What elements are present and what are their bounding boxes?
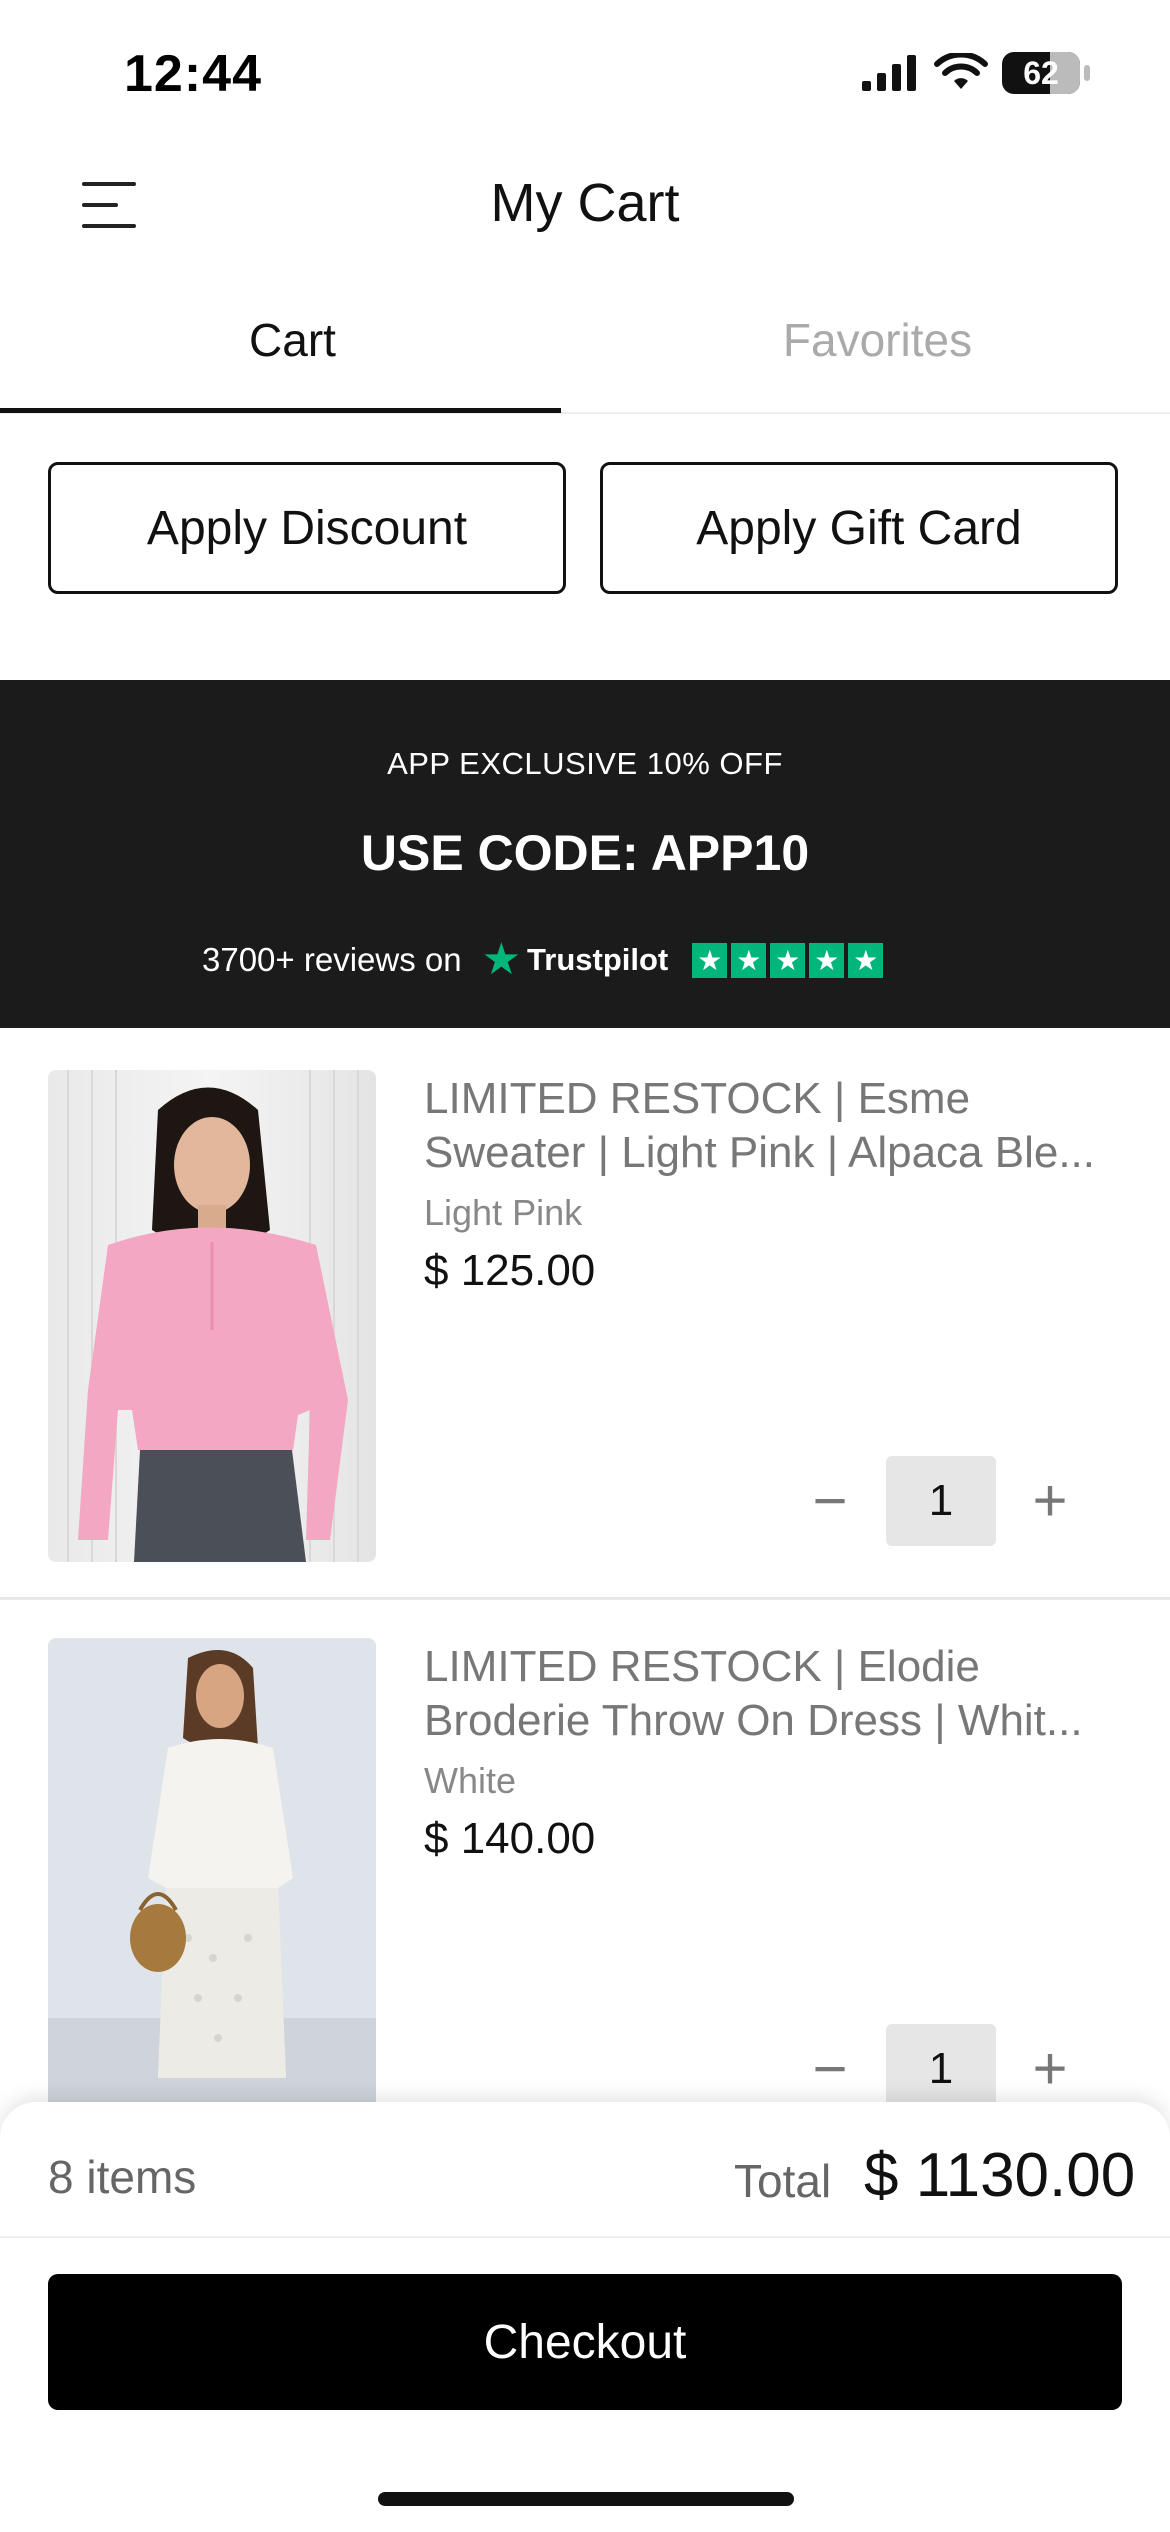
status-icons: 62 <box>860 52 1090 94</box>
product-variant: Light Pink <box>424 1192 583 1233</box>
plus-icon: + <box>1032 2035 1068 2102</box>
increase-quantity-button[interactable]: + <box>1020 2039 1080 2100</box>
product-image[interactable] <box>48 1070 376 1562</box>
star-icon: ★ <box>692 942 728 978</box>
star-icon: ★ <box>770 942 806 978</box>
promo-headline: APP EXCLUSIVE 10% OFF <box>387 746 783 781</box>
promo-code: USE CODE: APP10 <box>360 825 810 881</box>
total-value: $ 1130.00 <box>864 2141 1136 2210</box>
dress-photo <box>48 1638 376 2108</box>
product-image[interactable] <box>48 1638 376 2108</box>
battery-tip <box>1084 65 1090 81</box>
panel-divider <box>0 2236 1170 2238</box>
apply-gift-card-button[interactable]: Apply Gift Card <box>600 462 1118 594</box>
battery-icon: 62 <box>1002 52 1080 94</box>
quantity-value: 1 <box>886 2024 996 2114</box>
reviews-text: 3700+ reviews on <box>202 941 462 978</box>
rating-stars: ★ ★ ★ ★ ★ <box>692 942 884 978</box>
status-time: 12:44 <box>124 45 262 103</box>
checkout-button[interactable]: Checkout <box>48 2274 1122 2410</box>
decrease-quantity-button[interactable]: − <box>800 2039 860 2100</box>
product-title[interactable]: LIMITED RESTOCK | Esme Sweater | Light P… <box>424 1072 1124 1180</box>
star-icon: ★ <box>481 935 522 984</box>
apply-discount-button[interactable]: Apply Discount <box>48 462 566 594</box>
total-label: Total <box>734 2155 832 2207</box>
quantity-value: 1 <box>886 1456 996 1546</box>
tab-favorites[interactable]: Favorites <box>585 300 1170 412</box>
increase-quantity-button[interactable]: + <box>1020 1471 1080 1532</box>
tab-cart[interactable]: Cart <box>0 300 585 412</box>
home-indicator[interactable] <box>378 2492 794 2506</box>
decrease-quantity-button[interactable]: − <box>800 1471 860 1532</box>
battery-level: 62 <box>1023 54 1059 91</box>
trustpilot-rating: 3700+ reviews on ★ Trustpilot ★ ★ ★ ★ ★ <box>202 938 884 982</box>
star-icon: ★ <box>731 942 767 978</box>
signal-icon <box>862 55 916 91</box>
product-price: $ 125.00 <box>424 1246 596 1295</box>
plus-icon: + <box>1032 1467 1068 1534</box>
minus-icon: − <box>812 2035 848 2102</box>
status-bar: 12:44 62 <box>0 0 1170 150</box>
product-title[interactable]: LIMITED RESTOCK | Elodie Broderie Throw … <box>424 1640 1124 1748</box>
items-count: 8 items <box>48 2151 197 2203</box>
active-tab-indicator <box>0 408 561 413</box>
page-title: My Cart <box>490 173 680 233</box>
product-variant: White <box>424 1760 517 1801</box>
product-price: $ 140.00 <box>424 1814 596 1863</box>
minus-icon: − <box>812 1467 848 1534</box>
trustpilot-logo: ★ Trustpilot <box>482 938 669 982</box>
star-icon: ★ <box>809 942 845 978</box>
wifi-icon <box>934 53 988 89</box>
trustpilot-wordmark: Trustpilot <box>527 942 669 977</box>
sweater-photo <box>48 1070 376 1562</box>
star-icon: ★ <box>848 942 884 978</box>
item-divider <box>0 1597 1170 1600</box>
